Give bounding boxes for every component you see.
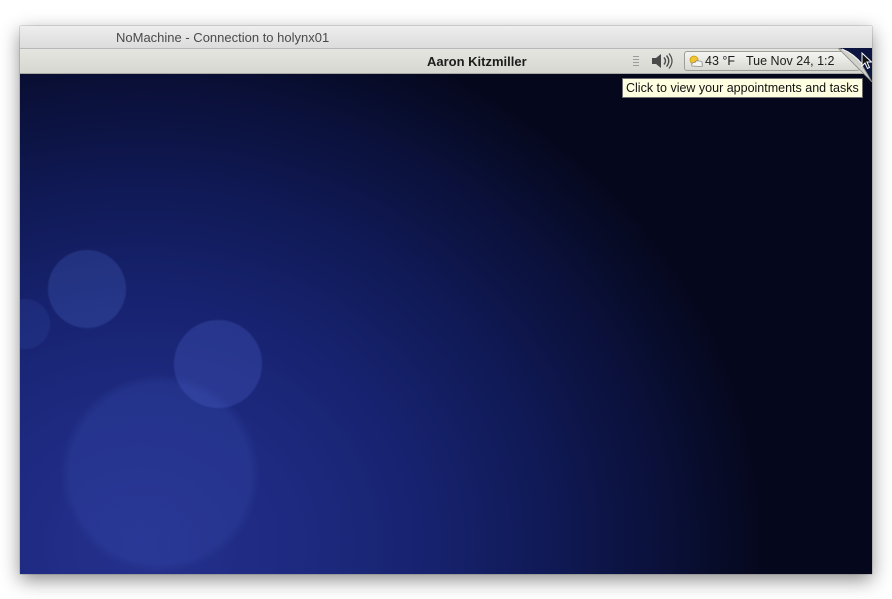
clock-button[interactable]: 43 °F Tue Nov 24, 1:2 [684, 51, 860, 71]
volume-icon[interactable] [650, 52, 674, 70]
window-title: NoMachine - Connection to holynx01 [116, 30, 330, 45]
panel-grip-handle[interactable] [633, 56, 639, 66]
nomachine-window: NoMachine - Connection to holynx01 Aaron… [20, 26, 872, 574]
mouse-pointer-icon [861, 51, 872, 70]
window-titlebar[interactable]: NoMachine - Connection to holynx01 [20, 26, 872, 49]
clock-datetime: Tue Nov 24, 1:2 [746, 54, 835, 68]
panel-user-name[interactable]: Aaron Kitzmiller [427, 54, 527, 69]
desktop-background[interactable] [20, 74, 872, 574]
partly-cloudy-icon [688, 54, 704, 68]
top-panel: Aaron Kitzmiller 43 °F Tue Nov 24, 1:2 [20, 49, 872, 74]
weather-temperature: 43 °F [705, 54, 736, 68]
appointments-tooltip: Click to view your appointments and task… [622, 78, 863, 98]
